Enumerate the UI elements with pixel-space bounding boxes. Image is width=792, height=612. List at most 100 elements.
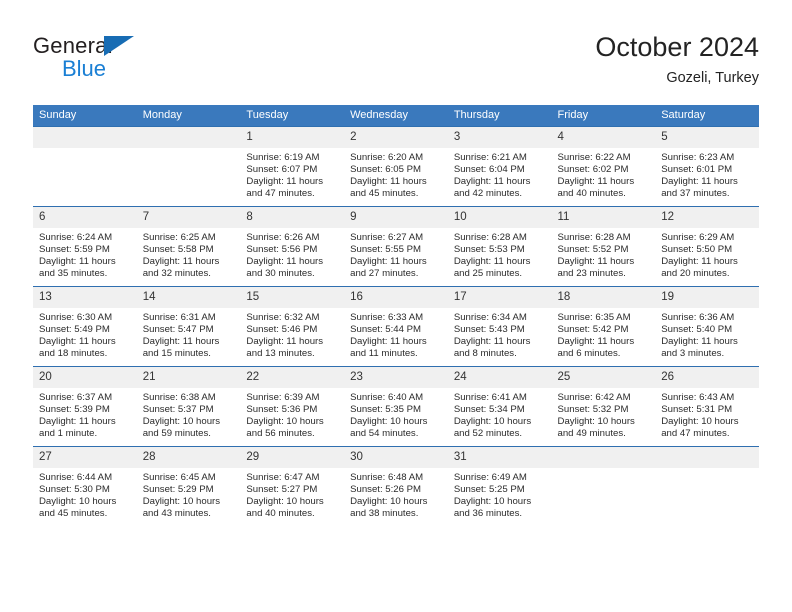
daylight-text: Daylight: 11 hours and 37 minutes. (661, 175, 738, 199)
sunrise-text: Sunrise: 6:41 AM (453, 392, 527, 403)
sunset-text: Sunset: 5:25 PM (453, 483, 525, 495)
day-number: 3 (447, 127, 552, 148)
daylight-text: Daylight: 10 hours and 38 minutes. (350, 495, 428, 519)
sunset-text: Sunset: 6:07 PM (246, 163, 318, 175)
daylight-text: Daylight: 10 hours and 56 minutes. (246, 415, 324, 439)
day-number: 7 (136, 207, 241, 228)
calendar-day-cell[interactable]: 15 Sunrise: 6:32 AM Sunset: 5:46 PM Dayligh… (240, 286, 345, 367)
sunset-text: Sunset: 5:56 PM (246, 243, 318, 255)
calendar-day-cell[interactable]: 18 Sunrise: 6:35 AM Sunset: 5:42 PM Dayligh… (551, 286, 656, 367)
calendar-body: 1 Sunrise: 6:19 AM Sunset: 6:07 PM Daylight… (33, 126, 759, 526)
calendar-day-cell[interactable]: 4 Sunrise: 6:22 AM Sunset: 6:02 PM Daylight… (551, 126, 656, 207)
sunset-text: Sunset: 5:47 PM (142, 323, 214, 335)
daylight-text: Daylight: 10 hours and 52 minutes. (453, 415, 532, 439)
day-number: 25 (551, 367, 656, 388)
calendar-day-cell[interactable]: 27 Sunrise: 6:44 AM Sunset: 5:30 PM Dayligh… (33, 446, 137, 526)
page-header: General Blue October 2024 Gozeli, Turkey (33, 30, 759, 92)
daylight-text: Daylight: 11 hours and 3 minutes. (661, 335, 738, 359)
day-number: 22 (240, 367, 345, 388)
calendar-day-cell[interactable]: 8 Sunrise: 6:26 AM Sunset: 5:56 PM Daylight… (240, 206, 345, 287)
sunrise-text: Sunrise: 6:49 AM (453, 472, 527, 483)
weekday-header-sunday: Sunday (33, 105, 137, 127)
sunrise-text: Sunrise: 6:34 AM (453, 312, 527, 323)
sunrise-text: Sunrise: 6:29 AM (661, 232, 735, 243)
calendar-day-cell[interactable]: 12 Sunrise: 6:29 AM Sunset: 5:50 PM Dayligh… (655, 206, 759, 287)
sunset-text: Sunset: 5:27 PM (246, 483, 318, 495)
sunset-text: Sunset: 5:52 PM (557, 243, 629, 255)
calendar-day-cell[interactable]: 21 Sunrise: 6:38 AM Sunset: 5:37 PM Dayligh… (136, 366, 241, 447)
calendar-day-cell[interactable]: 9 Sunrise: 6:27 AM Sunset: 5:55 PM Daylight… (344, 206, 448, 287)
day-number (136, 127, 241, 148)
triangle-icon (104, 36, 134, 56)
brand-logo[interactable]: General Blue (33, 34, 233, 90)
day-sun-info: Sunrise: 6:20 AM Sunset: 6:05 PM Daylight:… (344, 148, 448, 200)
calendar-day-cell[interactable]: 7 Sunrise: 6:25 AM Sunset: 5:58 PM Daylight… (136, 206, 241, 287)
day-number: 10 (447, 207, 552, 228)
calendar-day-cell[interactable]: 10 Sunrise: 6:28 AM Sunset: 5:53 PM Dayligh… (447, 206, 552, 287)
sunrise-text: Sunrise: 6:32 AM (246, 312, 320, 323)
daylight-text: Daylight: 11 hours and 6 minutes. (557, 335, 635, 359)
day-sun-info: Sunrise: 6:47 AM Sunset: 5:27 PM Daylight:… (240, 468, 344, 520)
sunset-text: Sunset: 5:26 PM (350, 483, 422, 495)
sunrise-text: Sunrise: 6:21 AM (453, 152, 527, 163)
calendar-day-cell[interactable]: 17 Sunrise: 6:34 AM Sunset: 5:43 PM Dayligh… (447, 286, 552, 367)
sunset-text: Sunset: 5:49 PM (39, 323, 110, 335)
calendar-day-cell[interactable]: 2 Sunrise: 6:20 AM Sunset: 6:05 PM Daylight… (344, 126, 448, 207)
calendar-day-cell[interactable]: 3 Sunrise: 6:21 AM Sunset: 6:04 PM Daylight… (447, 126, 552, 207)
calendar-day-cell[interactable]: 29 Sunrise: 6:47 AM Sunset: 5:27 PM Dayligh… (240, 446, 345, 526)
calendar-day-cell[interactable]: 5 Sunrise: 6:23 AM Sunset: 6:01 PM Daylight… (655, 126, 759, 207)
calendar-day-cell[interactable]: 6 Sunrise: 6:24 AM Sunset: 5:59 PM Daylight… (33, 206, 137, 287)
calendar-day-cell[interactable]: 23 Sunrise: 6:40 AM Sunset: 5:35 PM Dayligh… (344, 366, 448, 447)
calendar-day-cell[interactable]: 28 Sunrise: 6:45 AM Sunset: 5:29 PM Dayligh… (136, 446, 241, 526)
title-block: October 2024 Gozeli, Turkey (595, 30, 759, 87)
sunset-text: Sunset: 5:32 PM (557, 403, 629, 415)
daylight-text: Daylight: 11 hours and 40 minutes. (557, 175, 635, 199)
calendar-day-cell[interactable]: 25 Sunrise: 6:42 AM Sunset: 5:32 PM Dayligh… (551, 366, 656, 447)
day-number: 13 (33, 287, 137, 308)
day-sun-info: Sunrise: 6:32 AM Sunset: 5:46 PM Daylight:… (240, 308, 344, 360)
sunrise-text: Sunrise: 6:25 AM (142, 232, 216, 243)
calendar-day-cell-empty (655, 446, 759, 526)
calendar-day-cell[interactable]: 22 Sunrise: 6:39 AM Sunset: 5:36 PM Dayligh… (240, 366, 345, 447)
sunset-text: Sunset: 6:04 PM (453, 163, 525, 175)
calendar-day-cell[interactable]: 13 Sunrise: 6:30 AM Sunset: 5:49 PM Dayligh… (33, 286, 137, 367)
day-sun-info: Sunrise: 6:30 AM Sunset: 5:49 PM Daylight:… (33, 308, 137, 360)
day-number: 27 (33, 447, 137, 468)
sunrise-text: Sunrise: 6:43 AM (661, 392, 735, 403)
day-number: 24 (447, 367, 552, 388)
sunset-text: Sunset: 5:55 PM (350, 243, 422, 255)
sunrise-text: Sunrise: 6:38 AM (142, 392, 216, 403)
calendar-day-cell[interactable]: 30 Sunrise: 6:48 AM Sunset: 5:26 PM Dayligh… (344, 446, 448, 526)
calendar-day-cell[interactable]: 24 Sunrise: 6:41 AM Sunset: 5:34 PM Dayligh… (447, 366, 552, 447)
sunset-text: Sunset: 6:01 PM (661, 163, 733, 175)
calendar-day-cell[interactable]: 11 Sunrise: 6:28 AM Sunset: 5:52 PM Dayligh… (551, 206, 656, 287)
calendar-day-cell[interactable]: 14 Sunrise: 6:31 AM Sunset: 5:47 PM Dayligh… (136, 286, 241, 367)
day-sun-info: Sunrise: 6:38 AM Sunset: 5:37 PM Daylight:… (137, 388, 241, 440)
day-number: 20 (33, 367, 137, 388)
calendar-week-row: 6 Sunrise: 6:24 AM Sunset: 5:59 PM Daylight… (33, 206, 759, 287)
day-sun-info: Sunrise: 6:41 AM Sunset: 5:34 PM Daylight:… (448, 388, 552, 440)
daylight-text: Daylight: 10 hours and 49 minutes. (557, 415, 635, 439)
calendar-day-cell[interactable]: 20 Sunrise: 6:37 AM Sunset: 5:39 PM Dayligh… (33, 366, 137, 447)
day-number: 11 (551, 207, 656, 228)
sunrise-text: Sunrise: 6:28 AM (453, 232, 527, 243)
sunrise-text: Sunrise: 6:37 AM (39, 392, 113, 403)
sunrise-text: Sunrise: 6:24 AM (39, 232, 113, 243)
calendar-page: General Blue October 2024 Gozeli, Turkey… (0, 0, 792, 612)
sunrise-text: Sunrise: 6:20 AM (350, 152, 424, 163)
day-number: 16 (344, 287, 448, 308)
calendar-day-cell[interactable]: 1 Sunrise: 6:19 AM Sunset: 6:07 PM Daylight… (240, 126, 345, 207)
day-sun-info: Sunrise: 6:27 AM Sunset: 5:55 PM Daylight:… (344, 228, 448, 280)
daylight-text: Daylight: 10 hours and 54 minutes. (350, 415, 428, 439)
sunset-text: Sunset: 5:30 PM (39, 483, 110, 495)
day-sun-info: Sunrise: 6:25 AM Sunset: 5:58 PM Daylight:… (137, 228, 241, 280)
calendar-week-row: 27 Sunrise: 6:44 AM Sunset: 5:30 PM Dayligh… (33, 446, 759, 526)
calendar-day-cell[interactable]: 31 Sunrise: 6:49 AM Sunset: 5:25 PM Dayligh… (447, 446, 552, 526)
calendar-day-cell[interactable]: 19 Sunrise: 6:36 AM Sunset: 5:40 PM Dayligh… (655, 286, 759, 367)
calendar-day-cell[interactable]: 26 Sunrise: 6:43 AM Sunset: 5:31 PM Dayligh… (655, 366, 759, 447)
daylight-text: Daylight: 10 hours and 47 minutes. (661, 415, 739, 439)
daylight-text: Daylight: 11 hours and 30 minutes. (246, 255, 324, 279)
day-sun-info: Sunrise: 6:26 AM Sunset: 5:56 PM Daylight:… (240, 228, 344, 280)
sunset-text: Sunset: 5:58 PM (142, 243, 214, 255)
calendar-day-cell[interactable]: 16 Sunrise: 6:33 AM Sunset: 5:44 PM Dayligh… (344, 286, 448, 367)
